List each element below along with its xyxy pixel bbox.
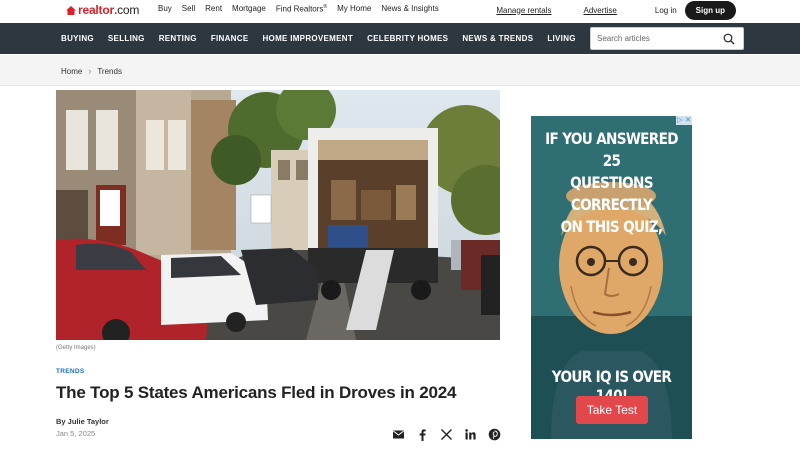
nav-celebrity-homes[interactable]: CELEBRITY HOMES <box>367 34 448 43</box>
topnav-my-home[interactable]: My Home <box>337 4 371 14</box>
breadcrumb-separator: › <box>88 66 92 76</box>
topnav-rent[interactable]: Rent <box>205 4 222 14</box>
email-icon[interactable] <box>392 428 405 441</box>
top-bar: realtor. com Buy Sell Rent Mortgage Find … <box>0 0 800 22</box>
nav-home-improvement[interactable]: HOME IMPROVEMENT <box>262 34 353 43</box>
nav-selling[interactable]: SELLING <box>108 34 145 43</box>
category-tag[interactable]: TRENDS <box>56 368 85 375</box>
topnav-sell[interactable]: Sell <box>182 4 195 14</box>
login-link[interactable]: Log in <box>655 6 677 15</box>
x-icon[interactable] <box>440 428 453 441</box>
publish-date: Jan 5, 2025 <box>56 429 96 438</box>
search-icon[interactable] <box>723 33 735 45</box>
linkedin-icon[interactable] <box>464 428 477 441</box>
topnav-mortgage[interactable]: Mortgage <box>232 4 266 14</box>
nav-renting[interactable]: RENTING <box>159 34 197 43</box>
search-box <box>590 27 744 50</box>
search-input[interactable] <box>591 34 716 43</box>
ad-headline: IF YOU ANSWERED 25 QUESTIONS CORRECTLY O… <box>543 128 680 238</box>
ad-choices-icon[interactable]: ▷ <box>676 116 684 125</box>
logo-text: realtor <box>78 3 114 17</box>
top-right-links: Manage rentals Advertise Log in Sign up <box>496 0 736 20</box>
breadcrumb-bar: Home › Trends <box>0 55 800 86</box>
advertise-link[interactable]: Advertise <box>584 6 617 15</box>
ad-choices[interactable]: ▷ ✕ <box>676 116 692 125</box>
topnav-find-realtors[interactable]: Find Realtors® <box>276 4 327 14</box>
top-nav: Buy Sell Rent Mortgage Find Realtors® My… <box>158 4 439 14</box>
house-logo-icon <box>66 5 76 15</box>
topnav-news[interactable]: News & Insights <box>381 4 438 14</box>
ad-headline-line-1: IF YOU ANSWERED 25 <box>545 129 678 170</box>
logo[interactable]: realtor. com <box>66 3 139 17</box>
breadcrumb-trends[interactable]: Trends <box>97 67 122 76</box>
ad-headline-line-3: ON THIS QUIZ, <box>560 217 663 236</box>
nav-finance[interactable]: FINANCE <box>211 34 249 43</box>
topnav-buy[interactable]: Buy <box>158 4 172 14</box>
breadcrumb: Home › Trends <box>61 66 122 76</box>
manage-rentals-link[interactable]: Manage rentals <box>496 6 551 15</box>
hero-image <box>56 90 500 340</box>
nav-living[interactable]: LIVING <box>547 34 575 43</box>
topnav-find-realtors-label: Find Realtors <box>275 4 324 14</box>
advertisement[interactable]: ▷ ✕ IF YOU ANSWERED 25 QUESTIONS CORRECT… <box>531 116 692 439</box>
registered-mark: ® <box>323 4 328 10</box>
take-test-button[interactable]: Take Test <box>576 396 648 424</box>
nav-buying[interactable]: BUYING <box>61 34 94 43</box>
author-byline[interactable]: By Julie Taylor <box>56 417 109 426</box>
image-caption: (Getty Images) <box>56 345 96 351</box>
close-icon[interactable]: ✕ <box>684 116 692 125</box>
share-bar <box>392 428 501 441</box>
facebook-icon[interactable] <box>416 428 429 441</box>
breadcrumb-home[interactable]: Home <box>61 67 82 76</box>
pinterest-icon[interactable] <box>488 428 501 441</box>
nav-news-trends[interactable]: NEWS & TRENDS <box>462 34 533 43</box>
article-title: The Top 5 States Americans Fled in Drove… <box>56 383 457 402</box>
moving-truck-street-photo <box>56 90 500 340</box>
signup-button[interactable]: Sign up <box>684 0 736 20</box>
logo-com: com <box>117 3 140 17</box>
ad-headline-line-2: QUESTIONS CORRECTLY <box>570 173 653 214</box>
